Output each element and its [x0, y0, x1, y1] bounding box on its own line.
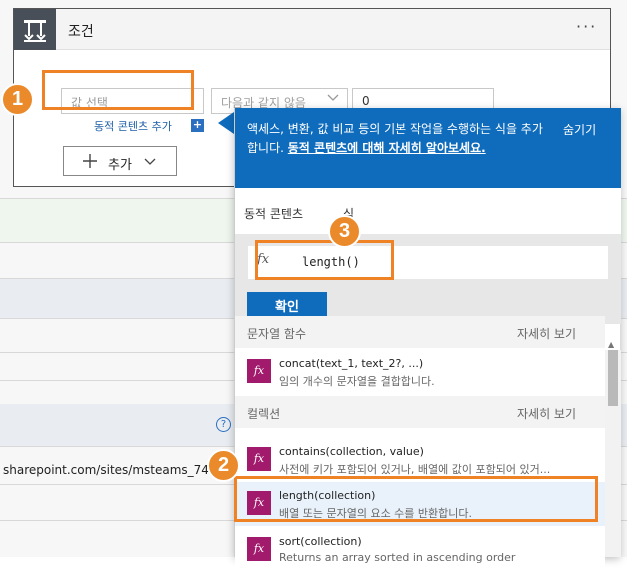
section-title: 문자열 함수	[247, 327, 307, 341]
callout-box-value	[42, 70, 194, 110]
chevron-down-icon	[327, 91, 339, 107]
learn-more-link[interactable]: 동적 콘텐츠에 대해 자세히 알아보세요.	[288, 141, 486, 155]
function-item[interactable]: fx concat(text_1, text_2?, ...) 임의 개수의 문…	[235, 350, 605, 394]
section-title: 컬렉션	[247, 407, 281, 421]
scroll-up-icon[interactable]: ▲	[608, 340, 614, 349]
condition-header[interactable]: 조건 ···	[14, 9, 610, 50]
fx-icon: fx	[247, 359, 271, 383]
fx-icon: fx	[247, 537, 271, 561]
tab-dynamic-content[interactable]: 동적 콘텐츠	[244, 205, 303, 222]
callout-badge: 3	[328, 215, 361, 248]
help-icon[interactable]: ?	[216, 417, 231, 432]
function-item[interactable]: fx sort(collection) Returns an array sor…	[235, 528, 605, 572]
see-more-link[interactable]: 자세히 보기	[517, 405, 576, 422]
callout-box-length	[234, 476, 598, 522]
add-dynamic-content-icon[interactable]: +	[191, 119, 204, 132]
function-description: 사전에 키가 포함되어 있거나, 배열에 값이 포함되어 있거...	[279, 463, 551, 476]
callout-box-expression	[255, 240, 394, 280]
plus-icon	[82, 149, 98, 174]
more-options-icon[interactable]: ···	[576, 17, 597, 36]
callout-badge: 1	[1, 83, 34, 116]
hide-button[interactable]: 숨기기	[563, 121, 596, 140]
fx-icon: fx	[247, 447, 271, 471]
function-name: concat(text_1, text_2?, ...)	[279, 357, 424, 370]
condition-icon	[14, 9, 56, 50]
info-banner: 액세스, 변환, 값 비교 등의 기본 작업을 수행하는 식을 추가합니다. 동…	[235, 108, 621, 188]
site-url-value: sharepoint.com/sites/msteams_74588b	[3, 463, 240, 477]
function-description: 임의 개수의 문자열을 결합합니다.	[279, 375, 435, 388]
panel-pointer	[218, 112, 234, 134]
section-header: 문자열 함수 자세히 보기	[235, 316, 605, 348]
scrollbar-thumb[interactable]	[608, 350, 618, 406]
condition-title: 조건	[68, 24, 94, 40]
section-header: 컬렉션 자세히 보기	[235, 396, 605, 428]
tab-bar: 동적 콘텐츠 식	[235, 188, 621, 234]
callout-badge: 2	[207, 449, 240, 482]
function-description: Returns an array sorted in ascending ord…	[279, 551, 516, 564]
function-name: contains(collection, value)	[279, 445, 424, 458]
scrollbar[interactable]: ▲	[605, 340, 621, 557]
add-button[interactable]: 추가	[63, 146, 177, 176]
see-more-link[interactable]: 자세히 보기	[517, 325, 576, 342]
function-name: sort(collection)	[279, 535, 362, 548]
add-button-label: 추가	[108, 158, 132, 173]
add-dynamic-content-link[interactable]: 동적 콘텐츠 추가	[94, 118, 172, 134]
chevron-down-icon	[144, 152, 156, 170]
